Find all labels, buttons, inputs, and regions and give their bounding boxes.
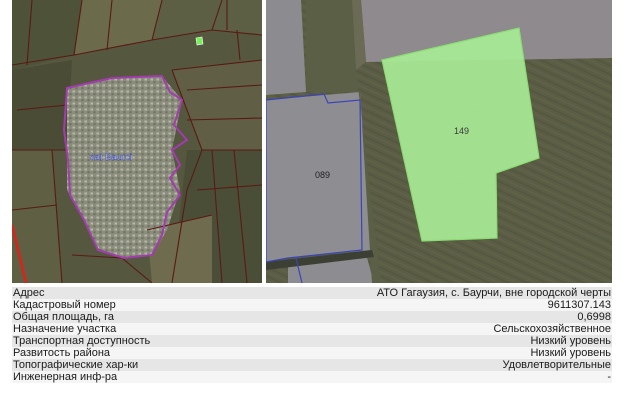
detail-map[interactable]: 149 089 [266, 0, 612, 283]
details-row-transport: Транспортная доступность Низкий уровень [12, 335, 612, 347]
detail-label: Развитость района [12, 347, 292, 359]
details-row-development: Развитость района Низкий уровень [12, 347, 612, 359]
detail-value: Низкий уровень [292, 347, 612, 359]
detail-label: Инженерная инф-ра [12, 371, 292, 383]
detail-value: Низкий уровень [292, 335, 612, 347]
overview-map[interactable]: sat Baurci [12, 0, 262, 283]
detail-label: Назначение участка [12, 323, 292, 335]
parcel-details-table: Адрес АТО Гагаузия, с. Баурчи, вне город… [12, 287, 612, 383]
selected-parcel-label: 149 [454, 126, 469, 136]
detail-value: 9611307.143 [292, 299, 612, 311]
detail-label: Кадастровый номер [12, 299, 292, 311]
overview-map-canvas: sat Baurci [12, 0, 262, 283]
detail-label: Общая площадь, га [12, 311, 292, 323]
village-label: sat Baurci [90, 152, 132, 163]
detail-value: Удовлетворительные [292, 359, 612, 371]
selected-parcel-marker[interactable] [195, 36, 204, 46]
details-row-cadastral-number: Кадастровый номер 9611307.143 [12, 299, 612, 311]
detail-map-canvas: 149 089 [266, 0, 612, 283]
detail-label: Адрес [12, 287, 292, 299]
details-row-address: Адрес АТО Гагаузия, с. Баурчи, вне город… [12, 287, 612, 299]
details-row-area: Общая площадь, га 0,6998 [12, 311, 612, 323]
detail-label: Топографические хар-ки [12, 359, 292, 371]
details-row-infrastructure: Инженерная инф-ра - [12, 371, 612, 383]
map-area: sat Baurci 149 089 [12, 0, 612, 283]
detail-value: АТО Гагаузия, с. Баурчи, вне городской ч… [292, 287, 612, 299]
detail-value: - [292, 371, 612, 383]
detail-value: Сельскохозяйственное [292, 323, 612, 335]
detail-value: 0,6998 [292, 311, 612, 323]
details-row-land-use: Назначение участка Сельскохозяйственное [12, 323, 612, 335]
details-row-topography: Топографические хар-ки Удовлетворительны… [12, 359, 612, 371]
neighbor-parcel-label: 089 [315, 170, 330, 180]
detail-label: Транспортная доступность [12, 335, 292, 347]
